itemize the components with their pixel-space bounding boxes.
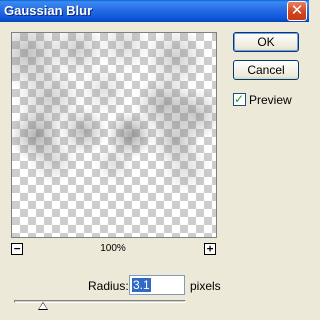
close-icon: ✕ — [290, 1, 304, 19]
radius-slider-thumb[interactable] — [38, 302, 49, 310]
title-bar[interactable]: Gaussian Blur ✕ — [0, 0, 309, 22]
cancel-button[interactable]: Cancel — [233, 60, 299, 80]
close-button[interactable]: ✕ — [287, 1, 307, 21]
minus-icon: − — [13, 242, 21, 255]
ok-button[interactable]: OK — [233, 32, 299, 52]
blur-preview-image — [12, 33, 216, 237]
radius-value-selected: 3.1 — [132, 278, 151, 292]
radius-input[interactable]: 3.1 — [129, 275, 185, 295]
checkmark-icon: ✓ — [234, 92, 245, 106]
zoom-out-button[interactable]: − — [11, 243, 23, 255]
plus-icon: + — [206, 242, 214, 255]
radius-label: Radius: — [88, 279, 129, 293]
zoom-level: 100% — [100, 243, 126, 254]
pixels-unit-label: pixels — [190, 279, 221, 293]
preview-checkbox[interactable]: ✓ — [233, 92, 246, 106]
preview-label: Preview — [249, 93, 292, 107]
preview-canvas[interactable] — [11, 32, 217, 238]
zoom-in-button[interactable]: + — [204, 243, 216, 255]
window-title: Gaussian Blur — [4, 3, 93, 18]
